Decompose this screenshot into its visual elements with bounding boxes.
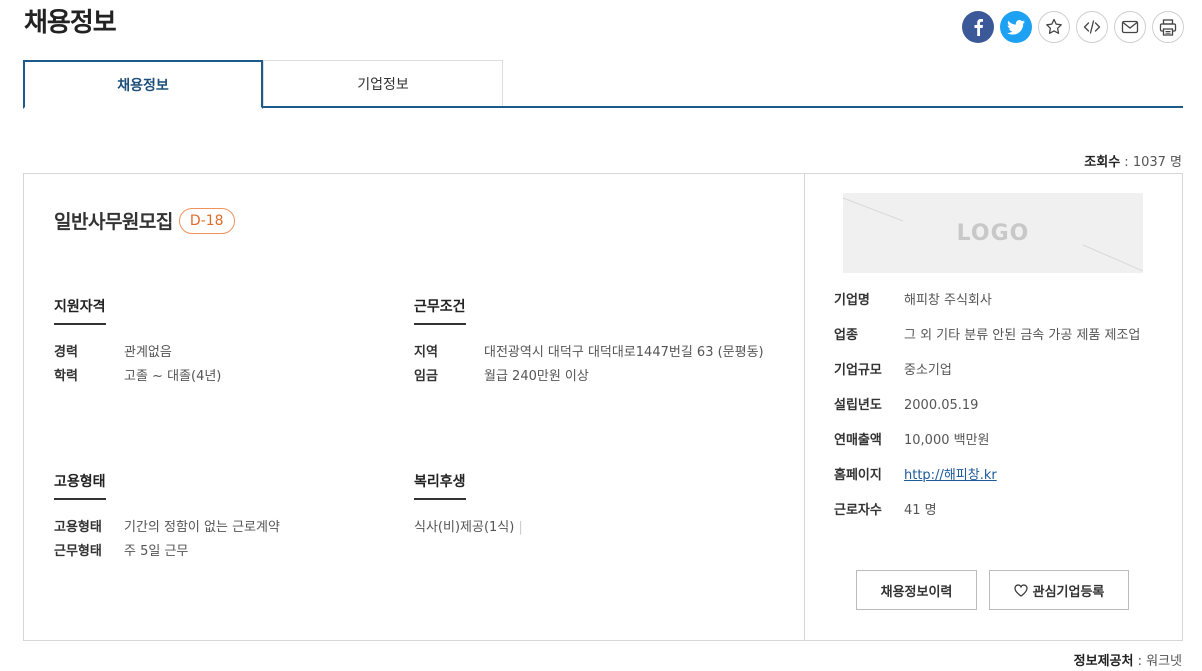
section-title: 근무조건 xyxy=(414,296,466,325)
tab-label: 기업정보 xyxy=(357,76,409,93)
section-title: 지원자격 xyxy=(54,296,106,325)
job-history-button[interactable]: 채용정보이력 xyxy=(856,570,977,610)
job-header: 일반사무원모집 D-18 xyxy=(54,207,235,234)
tab-label: 채용정보 xyxy=(117,77,169,94)
welfare-separator: | xyxy=(518,520,523,535)
button-label: 채용정보이력 xyxy=(880,584,953,600)
welfare-section: 복리후생 식사(비)제공(1식) | xyxy=(414,471,754,540)
info-row: 경력 관계없음 xyxy=(54,341,394,365)
view-count-value: : 1037 명 xyxy=(1120,155,1182,170)
company-row: 기업규모 중소기업 xyxy=(834,359,1164,383)
company-key: 기업규모 xyxy=(834,363,882,378)
company-row: 설립년도 2000.05.19 xyxy=(834,394,1164,418)
info-value: 기간의 정함이 없는 근로계약 xyxy=(124,520,280,535)
info-value: 고졸 ~ 대졸(4년) xyxy=(124,369,222,384)
company-info: 기업명 해피창 주식회사 업종 그 외 기타 분류 안된 금속 가공 제품 제조… xyxy=(834,289,1164,534)
add-interest-company-button[interactable]: 관심기업등록 xyxy=(989,570,1129,610)
twitter-icon[interactable] xyxy=(1000,11,1032,43)
info-value: 주 5일 근무 xyxy=(124,544,189,559)
company-value: http://해피창.kr xyxy=(904,464,1164,488)
company-value: 2000.05.19 xyxy=(904,398,979,413)
provider-value: : 워크넷 xyxy=(1133,654,1182,669)
company-value: 그 외 기타 분류 안된 금속 가공 제품 제조업 xyxy=(904,328,1141,343)
info-value: 관계없음 xyxy=(124,345,172,360)
share-toolbar xyxy=(962,11,1184,43)
info-row: 근무형태 주 5일 근무 xyxy=(54,540,394,564)
view-count-label: 조회수 xyxy=(1084,155,1121,170)
info-row: 지역 대전광역시 대덕구 대덕대로1447번길 63 (문평동) xyxy=(414,341,774,365)
info-value: 월급 240만원 이상 xyxy=(484,369,589,384)
code-icon[interactable] xyxy=(1076,11,1108,43)
button-label: 관심기업등록 xyxy=(1032,584,1105,600)
info-row: 학력 고졸 ~ 대졸(4년) xyxy=(54,365,394,389)
provider-label: 정보제공처 xyxy=(1073,654,1134,669)
section-title: 복리후생 xyxy=(414,471,466,500)
qualification-section: 지원자격 경력 관계없음 학력 고졸 ~ 대졸(4년) xyxy=(54,296,394,389)
company-row: 연매출액 10,000 백만원 xyxy=(834,429,1164,453)
company-value: 41 명 xyxy=(904,503,937,518)
employment-section: 고용형태 고용형태 기간의 정함이 없는 근로계약 근무형태 주 5일 근무 xyxy=(54,471,394,564)
job-card: 일반사무원모집 D-18 지원자격 경력 관계없음 학력 고졸 ~ 대졸(4년)… xyxy=(23,173,1183,641)
card-divider xyxy=(804,174,805,640)
tab-company-info[interactable]: 기업정보 xyxy=(263,60,503,106)
company-value: 10,000 백만원 xyxy=(904,433,990,448)
welfare-list: 식사(비)제공(1식) | xyxy=(414,516,754,540)
mail-icon[interactable] xyxy=(1114,11,1146,43)
tab-bar: 채용정보 기업정보 xyxy=(23,60,1183,109)
company-key: 근로자수 xyxy=(834,503,882,518)
info-row: 임금 월급 240만원 이상 xyxy=(414,365,774,389)
info-row: 고용형태 기간의 정함이 없는 근로계약 xyxy=(54,516,394,540)
company-value: 해피창 주식회사 xyxy=(904,293,992,308)
company-logo: LOGO xyxy=(843,193,1143,273)
company-key: 업종 xyxy=(834,328,858,343)
company-row: 업종 그 외 기타 분류 안된 금속 가공 제품 제조업 xyxy=(834,324,1164,348)
heart-icon xyxy=(1014,583,1028,597)
view-count: 조회수 : 1037 명 xyxy=(1084,151,1182,170)
job-title: 일반사무원모집 xyxy=(54,211,173,233)
info-key: 학력 xyxy=(54,369,78,384)
conditions-section: 근무조건 지역 대전광역시 대덕구 대덕대로1447번길 63 (문평동) 임금… xyxy=(414,296,774,389)
company-key: 설립년도 xyxy=(834,398,882,413)
page-title: 채용정보 xyxy=(24,8,117,38)
info-key: 지역 xyxy=(414,345,438,360)
logo-text: LOGO xyxy=(956,220,1030,246)
section-title: 고용형태 xyxy=(54,471,106,500)
company-row: 근로자수 41 명 xyxy=(834,499,1164,523)
welfare-item: 식사(비)제공(1식) xyxy=(414,520,515,535)
print-icon[interactable] xyxy=(1152,11,1184,43)
star-icon[interactable] xyxy=(1038,11,1070,43)
company-key: 홈페이지 xyxy=(834,468,882,483)
company-row: 홈페이지 http://해피창.kr xyxy=(834,464,1164,488)
tab-job-info[interactable]: 채용정보 xyxy=(23,60,263,109)
homepage-link[interactable]: http://해피창.kr xyxy=(904,468,997,483)
facebook-icon[interactable] xyxy=(962,11,994,43)
company-row: 기업명 해피창 주식회사 xyxy=(834,289,1164,313)
info-value: 대전광역시 대덕구 대덕대로1447번길 63 (문평동) xyxy=(484,345,764,360)
info-key: 고용형태 xyxy=(54,520,102,535)
info-key: 임금 xyxy=(414,369,438,384)
dday-badge: D-18 xyxy=(178,207,235,234)
company-key: 연매출액 xyxy=(834,433,882,448)
info-key: 경력 xyxy=(54,345,78,360)
company-value: 중소기업 xyxy=(904,363,952,378)
company-key: 기업명 xyxy=(834,293,870,308)
info-provider: 정보제공처 : 워크넷 xyxy=(1074,650,1182,669)
info-key: 근무형태 xyxy=(54,544,102,559)
